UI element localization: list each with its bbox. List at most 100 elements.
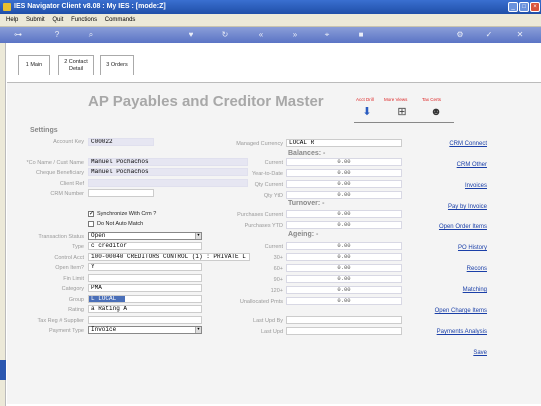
balance-qty-current-value: 0.00 xyxy=(286,180,402,188)
cheque-label: Cheque Beneficiary xyxy=(35,170,84,176)
rating-field[interactable]: a Rating A xyxy=(88,305,202,313)
acct-drill-icon[interactable]: ⬇ xyxy=(358,105,376,119)
unallocated-value: 0.00 xyxy=(286,297,402,305)
first-icon[interactable]: « xyxy=(256,30,266,40)
unallocated-label: Unallocated Pmts xyxy=(239,299,283,305)
ok-icon[interactable]: ✓ xyxy=(484,30,494,40)
last-upd-field xyxy=(286,327,402,335)
pay-by-invoice-link[interactable]: Pay by Invoice xyxy=(407,204,487,210)
payment-value: Invoice xyxy=(91,326,117,333)
payment-select[interactable]: Invoice ▼ xyxy=(88,326,202,334)
chevron-down-icon: ▼ xyxy=(195,327,201,333)
tab-orders-label: 3 Orders xyxy=(106,62,128,68)
crm-other-link[interactable]: CRM Other xyxy=(407,162,487,168)
matching-link[interactable]: Matching xyxy=(407,287,487,293)
more-views-label[interactable]: More Views xyxy=(384,97,407,102)
balances-section: Balances: - xyxy=(288,150,326,157)
category-label: Category xyxy=(61,286,84,292)
toolbar: ⊶ ? ⌕ ♥ ↻ « » ⌖ ■ ⚙ ✓ ✕ xyxy=(0,27,541,43)
minimize-icon[interactable]: _ xyxy=(508,2,518,12)
close-icon[interactable]: × xyxy=(530,2,540,12)
pin-icon[interactable]: ⌖ xyxy=(322,30,332,40)
managed-currency-field[interactable]: LOCAL R xyxy=(286,139,402,147)
acct-drill-label[interactable]: Acct Drill xyxy=(356,97,374,102)
menu-functions[interactable]: Functions xyxy=(71,14,97,27)
last-upd-by-label: Last Upd By xyxy=(253,318,283,324)
payments-analysis-link[interactable]: Payments Analysis xyxy=(407,329,487,335)
ageing-30-value: 0.00 xyxy=(286,253,402,261)
balance-qty-ytd-label: Qty YtD xyxy=(263,193,283,199)
turnover-current-label: Purchases Current xyxy=(237,212,283,218)
control-label: Control Acct xyxy=(54,255,84,261)
open-order-items-link[interactable]: Open Order Items xyxy=(407,224,487,230)
tab-orders[interactable]: 3 Orders xyxy=(100,55,134,75)
crm-field[interactable] xyxy=(88,189,154,197)
search-icon[interactable]: ⌕ xyxy=(86,30,96,40)
tax-certs-icon[interactable]: ☻ xyxy=(428,105,444,119)
crm-label: CRM Number xyxy=(50,191,84,197)
balance-current-label: Current xyxy=(264,160,283,166)
page-title: AP Payables and Creditor Master xyxy=(88,93,324,110)
tab-main-label: 1 Main xyxy=(25,62,43,68)
name-label: *Co Name / Cust Name xyxy=(26,160,84,166)
sidebar-marker xyxy=(0,360,6,380)
balance-qty-ytd-value: 0.00 xyxy=(286,191,402,199)
recons-link[interactable]: Recons xyxy=(407,266,487,272)
no-auto-checkbox[interactable] xyxy=(88,221,94,227)
save-link[interactable]: Save xyxy=(407,350,487,356)
ageing-120-label: 120+ xyxy=(270,288,283,294)
last-upd-by-field xyxy=(286,316,402,324)
fin-limit-label: Fin Limit xyxy=(63,276,84,282)
left-sidebar xyxy=(0,43,6,406)
refresh-icon[interactable]: ↻ xyxy=(220,30,230,40)
open-charge-items-link[interactable]: Open Charge Items xyxy=(407,308,487,314)
invoices-link[interactable]: Invoices xyxy=(407,183,487,189)
txn-status-value: Open xyxy=(91,232,106,239)
favorite-icon[interactable]: ♥ xyxy=(186,30,196,40)
ageing-60-label: 60+ xyxy=(273,266,283,272)
tab-contact-label: 2 Contact Detail xyxy=(64,59,88,72)
last-icon[interactable]: » xyxy=(290,30,300,40)
payment-label: Payment Type xyxy=(48,328,84,334)
key-icon[interactable]: ⊶ xyxy=(8,30,28,40)
tab-contact-detail[interactable]: 2 Contact Detail xyxy=(58,55,94,75)
turnover-current-value: 0.00 xyxy=(286,210,402,218)
po-history-link[interactable]: PO History xyxy=(407,245,487,251)
maximize-icon[interactable]: □ xyxy=(519,2,529,12)
tab-main[interactable]: 1 Main xyxy=(18,55,50,75)
rating-label: Rating xyxy=(68,307,84,313)
txn-status-label: Transaction Status xyxy=(38,234,84,240)
settings-icon[interactable]: ⚙ xyxy=(455,30,465,40)
open-item-field[interactable]: Y xyxy=(88,263,202,271)
menu-commands[interactable]: Commands xyxy=(105,14,136,27)
tax-reg-field[interactable] xyxy=(88,316,202,324)
stop-icon[interactable]: ■ xyxy=(356,30,366,40)
crm-connect-link[interactable]: CRM Connect xyxy=(407,141,487,147)
group-label: Group xyxy=(68,297,84,303)
account-key-field[interactable]: C00022 xyxy=(88,138,154,146)
help-icon[interactable]: ? xyxy=(52,30,62,40)
fin-limit-field[interactable] xyxy=(88,274,202,282)
type-field[interactable]: c creditor xyxy=(88,242,202,250)
ageing-90-value: 0.00 xyxy=(286,275,402,283)
sync-checkbox[interactable]: ✓ xyxy=(88,211,94,217)
balance-qty-current-label: Qty Current xyxy=(254,182,283,188)
turnover-ytd-value: 0.00 xyxy=(286,221,402,229)
tax-certs-label[interactable]: Tax Certs xyxy=(422,97,441,102)
balance-ytd-label: Year-to-Date xyxy=(252,171,283,177)
ageing-section: Ageing: - xyxy=(288,231,319,238)
managed-currency-label: Managed Currency xyxy=(236,141,283,147)
app-icon xyxy=(3,3,11,11)
ageing-120-value: 0.00 xyxy=(286,286,402,294)
client-ref-label: Client Ref xyxy=(59,181,84,187)
cancel-icon[interactable]: ✕ xyxy=(515,30,525,40)
menu-submit[interactable]: Submit xyxy=(26,14,45,27)
tax-reg-label: Tax Reg # Supplier xyxy=(37,318,84,324)
group-field[interactable]: L LOCAL xyxy=(88,295,202,303)
txn-status-select[interactable]: Open ▼ xyxy=(88,232,202,240)
window-titlebar: IES Navigator Client v8.08 : My IES : [m… xyxy=(0,0,541,14)
menu-help[interactable]: Help xyxy=(6,14,18,27)
category-field[interactable]: PMA xyxy=(88,284,202,292)
menu-quit[interactable]: Quit xyxy=(52,14,63,27)
more-views-icon[interactable]: ⊞ xyxy=(392,105,412,119)
